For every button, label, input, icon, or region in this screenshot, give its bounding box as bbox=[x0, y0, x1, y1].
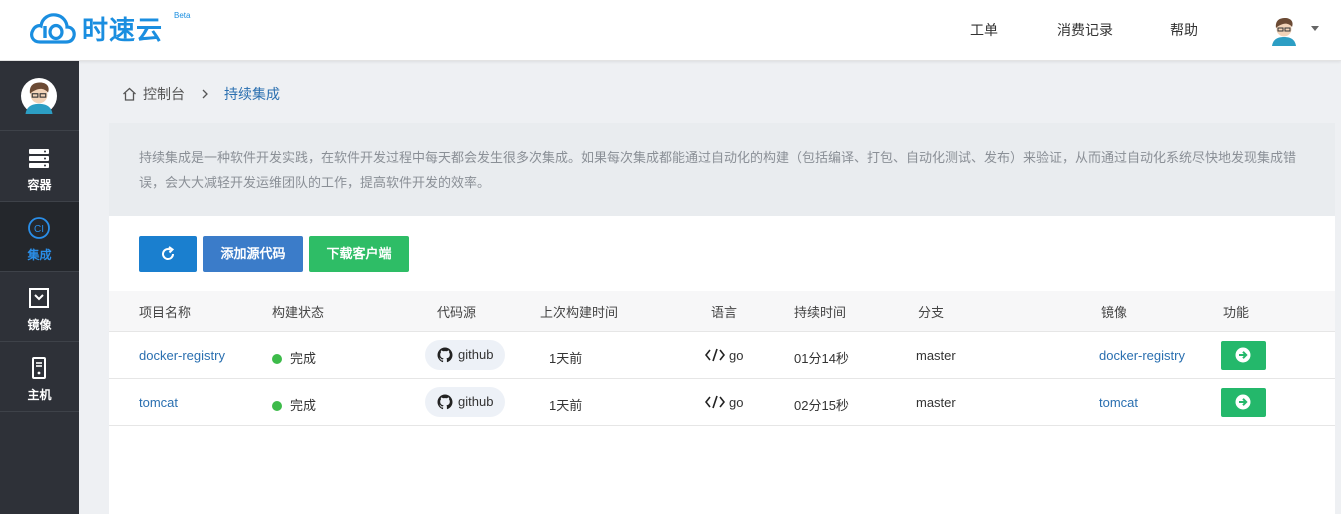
source-badge[interactable]: github bbox=[425, 387, 506, 417]
nav-tickets[interactable]: 工单 bbox=[970, 20, 998, 40]
code-icon bbox=[704, 395, 726, 409]
image-link[interactable]: tomcat bbox=[1099, 395, 1138, 410]
breadcrumb: 控制台 持续集成 bbox=[122, 84, 280, 104]
source-text: github bbox=[458, 347, 494, 362]
branch: master bbox=[916, 348, 956, 363]
build-status: 完成 bbox=[272, 348, 316, 367]
cloud-logo-icon bbox=[30, 13, 76, 44]
status-dot-icon bbox=[272, 401, 282, 411]
build-status: 完成 bbox=[272, 395, 316, 414]
duration: 01分14秒 bbox=[794, 351, 849, 366]
user-avatar[interactable] bbox=[1268, 14, 1300, 46]
col-header-source: 代码源 bbox=[437, 305, 477, 320]
svg-text:CI: CI bbox=[34, 224, 44, 235]
refresh-icon bbox=[162, 246, 175, 260]
home-icon[interactable] bbox=[122, 87, 137, 101]
image-box-icon bbox=[29, 288, 49, 308]
table-row: tomcat 完成 github 1天前 go 02分15秒 master to… bbox=[109, 379, 1335, 426]
col-header-language: 语言 bbox=[711, 305, 738, 320]
language-text: go bbox=[729, 348, 744, 363]
sidebar-avatar[interactable] bbox=[21, 78, 57, 114]
main-card: 持续集成是一种软件开发实践，在软件开发过程中每天都会发生很多次集成。如果每次集成… bbox=[109, 123, 1335, 514]
col-header-duration: 持续时间 bbox=[794, 305, 847, 320]
build-status-text: 完成 bbox=[290, 398, 317, 413]
sidebar-item-images[interactable]: 镜像 bbox=[0, 272, 79, 342]
nav-help[interactable]: 帮助 bbox=[1170, 20, 1198, 40]
sidebar-item-label: 容器 bbox=[27, 178, 52, 192]
duration: 02分15秒 bbox=[794, 398, 849, 413]
language: go bbox=[704, 395, 744, 410]
sidebar-item-label: 镜像 bbox=[27, 318, 52, 332]
breadcrumb-current: 持续集成 bbox=[224, 86, 280, 102]
source-badge[interactable]: github bbox=[425, 340, 506, 370]
sidebar-item-label: 主机 bbox=[27, 388, 52, 402]
build-status-text: 完成 bbox=[290, 351, 317, 366]
status-dot-icon bbox=[272, 354, 282, 364]
branch: master bbox=[916, 395, 956, 410]
sidebar-item-label: 集成 bbox=[27, 248, 52, 262]
host-icon bbox=[32, 357, 46, 379]
ci-icon: CI bbox=[28, 217, 50, 239]
sidebar-avatar-area bbox=[0, 61, 79, 131]
col-header-image: 镜像 bbox=[1101, 305, 1128, 320]
nav-billing[interactable]: 消费记录 bbox=[1057, 20, 1113, 40]
beta-badge: Beta bbox=[174, 11, 191, 20]
sidebar: 容器 CI 集成 镜像 主机 bbox=[0, 61, 79, 514]
sidebar-item-ci[interactable]: CI 集成 bbox=[0, 202, 79, 272]
chevron-right-icon bbox=[202, 89, 208, 99]
col-header-branch: 分支 bbox=[918, 305, 945, 320]
arrow-right-circle-icon bbox=[1235, 394, 1251, 410]
download-client-button[interactable]: 下载客户端 bbox=[309, 236, 409, 272]
logo[interactable]: 时速云 Beta bbox=[28, 8, 190, 48]
language: go bbox=[704, 348, 744, 363]
breadcrumb-home[interactable]: 控制台 bbox=[143, 84, 185, 104]
col-header-status: 构建状态 bbox=[272, 305, 325, 320]
col-header-name: 项目名称 bbox=[139, 305, 192, 320]
run-build-button[interactable] bbox=[1221, 341, 1266, 370]
refresh-button[interactable] bbox=[139, 236, 197, 272]
source-text: github bbox=[458, 394, 494, 409]
sidebar-item-containers[interactable]: 容器 bbox=[0, 132, 79, 202]
sidebar-item-hosts[interactable]: 主机 bbox=[0, 342, 79, 412]
ci-description: 持续集成是一种软件开发实践，在软件开发过程中每天都会发生很多次集成。如果每次集成… bbox=[109, 123, 1335, 216]
arrow-right-circle-icon bbox=[1235, 347, 1251, 363]
col-header-actions: 功能 bbox=[1223, 305, 1250, 320]
server-icon bbox=[29, 149, 49, 168]
table-row: docker-registry 完成 github 1天前 go 01分14秒 … bbox=[109, 332, 1335, 379]
project-name-link[interactable]: docker-registry bbox=[139, 348, 225, 363]
image-link[interactable]: docker-registry bbox=[1099, 348, 1185, 363]
github-icon bbox=[437, 394, 453, 410]
github-icon bbox=[437, 347, 453, 363]
add-source-button[interactable]: 添加源代码 bbox=[203, 236, 303, 272]
top-header: 时速云 Beta 工单 消费记录 帮助 bbox=[0, 0, 1341, 61]
run-build-button[interactable] bbox=[1221, 388, 1266, 417]
project-name-link[interactable]: tomcat bbox=[139, 395, 178, 410]
code-icon bbox=[704, 348, 726, 362]
col-header-last-build: 上次构建时间 bbox=[540, 305, 619, 320]
logo-text: 时速云 bbox=[82, 14, 164, 45]
last-build-time: 1天前 bbox=[549, 398, 583, 413]
language-text: go bbox=[729, 395, 744, 410]
chevron-down-icon[interactable] bbox=[1311, 26, 1319, 31]
last-build-time: 1天前 bbox=[549, 351, 583, 366]
